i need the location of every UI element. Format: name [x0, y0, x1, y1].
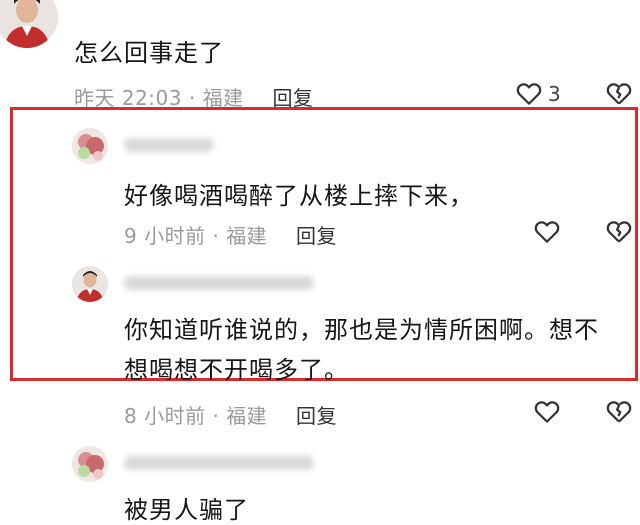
avatar[interactable] [72, 266, 108, 302]
blurred-username [124, 456, 314, 470]
like-heart-icon[interactable] [532, 396, 562, 426]
comment-location: 福建 [226, 404, 268, 428]
avatar[interactable] [72, 446, 108, 482]
comment-location: 福建 [226, 224, 268, 248]
meta-separator: · [212, 224, 220, 248]
comment-text-line1: 你知道听谁说的，那也是为情所困啊。想不 [124, 316, 599, 344]
avatar[interactable] [72, 128, 108, 164]
reply-button[interactable]: 回复 [296, 404, 337, 428]
dislike-broken-heart-icon[interactable] [604, 78, 634, 108]
dislike-broken-heart-icon[interactable] [604, 216, 634, 246]
comment-text-line2: 想喝想不开喝多了。 [124, 356, 349, 384]
blurred-username [124, 276, 314, 290]
comment-text: 被男人骗了 [124, 496, 249, 524]
comment-time: 9 小时前 [124, 224, 206, 248]
comment-meta: 8 小时前 · 福建 回复 [124, 400, 337, 429]
dislike-broken-heart-icon[interactable] [604, 396, 634, 426]
meta-separator: · [212, 404, 220, 428]
comment-text: 好像喝酒喝醉了从楼上摔下来， [124, 182, 474, 210]
blurred-username [124, 138, 214, 152]
avatar[interactable] [0, 0, 58, 48]
like-heart-icon[interactable] [532, 216, 562, 246]
comment-text: 怎么回事走了 [74, 39, 224, 67]
comment-time: 8 小时前 [124, 404, 206, 428]
like-heart-icon[interactable] [514, 78, 544, 108]
comment-meta: 9 小时前 · 福建 回复 [124, 220, 337, 249]
like-count: 3 [548, 82, 561, 106]
reply-button[interactable]: 回复 [296, 224, 337, 248]
